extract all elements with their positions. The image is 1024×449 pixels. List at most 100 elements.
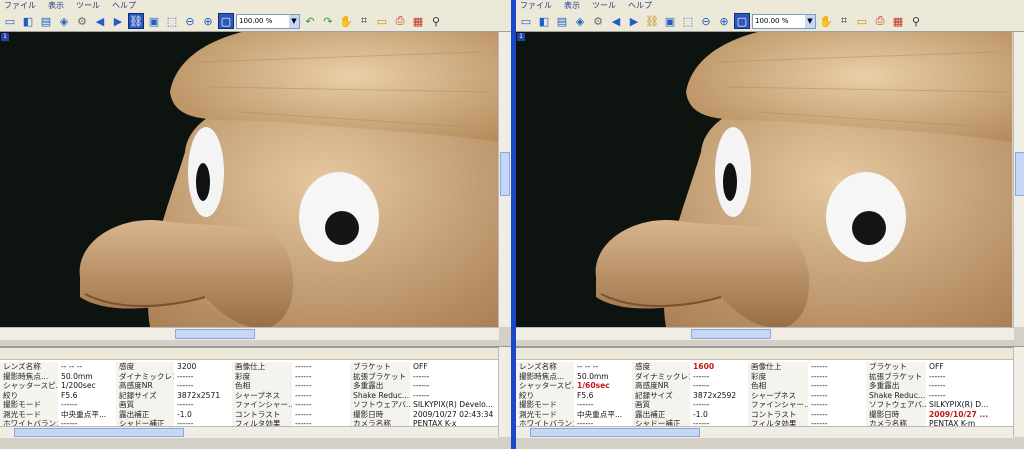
info-key-cell: 測光モード bbox=[516, 409, 574, 419]
scroll-thumb[interactable] bbox=[14, 428, 184, 437]
crop-icon[interactable]: ⌗ bbox=[356, 13, 372, 29]
scroll-thumb[interactable] bbox=[530, 428, 700, 437]
cube-icon[interactable]: ◈ bbox=[56, 13, 72, 29]
image-viewer[interactable] bbox=[516, 32, 1012, 327]
menu-file[interactable]: ファイル bbox=[520, 0, 552, 11]
next-arrow-icon[interactable]: ▶ bbox=[626, 13, 642, 29]
actual-size-icon[interactable]: ▢ bbox=[218, 13, 234, 29]
menu-tools[interactable]: ツール bbox=[76, 0, 100, 11]
photo-wooden-figure bbox=[0, 32, 498, 327]
info-key-cell: 感度 bbox=[116, 362, 174, 372]
print-icon[interactable]: ⎙ bbox=[392, 13, 408, 29]
menu-help[interactable]: ヘルプ bbox=[112, 0, 136, 11]
zoom-out-icon[interactable]: ⊖ bbox=[698, 13, 714, 29]
menu-tools[interactable]: ツール bbox=[592, 0, 616, 11]
settings-icon[interactable]: ⚲ bbox=[428, 13, 444, 29]
page-icon[interactable]: ▤ bbox=[38, 13, 54, 29]
viewer-horizontal-scrollbar[interactable] bbox=[0, 327, 499, 340]
info-key-cell: ソフトウェアバ... bbox=[866, 400, 926, 410]
info-value-cell: ------ bbox=[177, 371, 194, 381]
info-vertical-scrollbar[interactable] bbox=[498, 347, 511, 437]
splitter[interactable] bbox=[0, 340, 511, 347]
info-key-cell: 画像仕上 bbox=[748, 362, 808, 372]
hand-tool-icon[interactable]: ✋ bbox=[818, 13, 834, 29]
export-icon[interactable]: ▦ bbox=[890, 13, 906, 29]
sync-link-icon[interactable]: ⛓ bbox=[644, 13, 660, 29]
compare-view-icon[interactable]: ▣ bbox=[662, 13, 678, 29]
image-viewer[interactable] bbox=[0, 32, 498, 327]
info-value-cell: ------ bbox=[693, 371, 710, 381]
export-icon[interactable]: ▦ bbox=[410, 13, 426, 29]
info-value-cell: ------ bbox=[413, 371, 430, 381]
info-key-cell: 彩度 bbox=[748, 371, 808, 381]
info-key-cell: 多重露出 bbox=[866, 381, 926, 391]
info-value-cell: ------ bbox=[693, 400, 710, 409]
menu-file[interactable]: ファイル bbox=[4, 0, 36, 11]
scroll-thumb[interactable] bbox=[175, 329, 255, 339]
zoom-select[interactable]: 100.00 % ▼ bbox=[236, 13, 300, 29]
viewer-vertical-scrollbar[interactable] bbox=[498, 32, 511, 327]
gear-icon[interactable]: ⚙ bbox=[590, 13, 606, 29]
cube-icon[interactable]: ◈ bbox=[572, 13, 588, 29]
table-row: 絞り F5.6 記録サイズ 3872x2592 シャープネス ------ Shake Re… bbox=[516, 390, 1014, 400]
exif-info-panel: レンズ名称 -- -- -- 感度 3200 画像仕上 ------ ブラケット OFF 撮影時… bbox=[0, 347, 499, 438]
settings-icon[interactable]: ⚲ bbox=[908, 13, 924, 29]
scroll-thumb[interactable] bbox=[500, 152, 510, 196]
open-file-icon[interactable]: ◧ bbox=[20, 13, 36, 29]
page-icon[interactable]: ▤ bbox=[554, 13, 570, 29]
fit-window-icon[interactable]: ⬚ bbox=[164, 13, 180, 29]
hand-tool-icon[interactable]: ✋ bbox=[338, 13, 354, 29]
menu-view[interactable]: 表示 bbox=[48, 0, 64, 11]
print-icon[interactable]: ⎙ bbox=[872, 13, 888, 29]
zoom-in-icon[interactable]: ⊕ bbox=[200, 13, 216, 29]
sync-link-icon[interactable]: ⛓ bbox=[128, 13, 144, 29]
info-value-cell: 2009/10/27 02:43:34 bbox=[413, 409, 494, 419]
info-key-cell: レンズ名称 bbox=[0, 362, 58, 372]
info-value-cell: ------ bbox=[413, 381, 430, 390]
zoom-in-icon[interactable]: ⊕ bbox=[716, 13, 732, 29]
info-value-cell: F5.6 bbox=[61, 390, 78, 400]
info-horizontal-scrollbar[interactable] bbox=[516, 426, 1014, 438]
next-arrow-icon[interactable]: ▶ bbox=[110, 13, 126, 29]
table-row: 測光モード 中央重点平... 露出補正 -1.0 コントラスト ------ 撮影日時 200… bbox=[0, 409, 499, 419]
viewer-window-right: ファイル 表示 ツール ヘルプ ▭ ◧ ▤ ◈ ⚙ ◀ ▶ ⛓ ▣ ⬚ ⊖ ⊕ … bbox=[514, 0, 1024, 449]
info-value-cell: ------ bbox=[577, 400, 594, 409]
zoom-out-icon[interactable]: ⊖ bbox=[182, 13, 198, 29]
info-key-cell: 色相 bbox=[232, 381, 292, 391]
menu-help[interactable]: ヘルプ bbox=[628, 0, 652, 11]
info-horizontal-scrollbar[interactable] bbox=[0, 426, 499, 438]
slideshow-icon[interactable]: ▭ bbox=[374, 13, 390, 29]
menu-view[interactable]: 表示 bbox=[564, 0, 580, 11]
actual-size-icon[interactable]: ▢ bbox=[734, 13, 750, 29]
info-key-cell: シャープネス bbox=[748, 390, 808, 400]
crop-icon[interactable]: ⌗ bbox=[836, 13, 852, 29]
rotate-left-icon[interactable]: ↶ bbox=[302, 13, 318, 29]
exif-info-panel: レンズ名称 -- -- -- 感度 1600 画像仕上 ------ ブラケット OFF 撮影時… bbox=[516, 347, 1014, 438]
previous-arrow-icon[interactable]: ◀ bbox=[608, 13, 624, 29]
rotate-right-icon[interactable]: ↷ bbox=[320, 13, 336, 29]
zoom-select[interactable]: 100.00 % ▼ bbox=[752, 13, 816, 29]
info-key-cell: 露出補正 bbox=[632, 409, 690, 419]
info-value-cell: ------ bbox=[929, 390, 946, 400]
chevron-down-icon: ▼ bbox=[289, 14, 299, 28]
open-file-icon[interactable]: ◧ bbox=[536, 13, 552, 29]
scroll-thumb[interactable] bbox=[1015, 152, 1024, 196]
slideshow-icon[interactable]: ▭ bbox=[854, 13, 870, 29]
info-value-cell: ------ bbox=[177, 400, 194, 409]
compare-view-icon[interactable]: ▣ bbox=[146, 13, 162, 29]
open-folder-icon[interactable]: ▭ bbox=[2, 13, 18, 29]
fit-window-icon[interactable]: ⬚ bbox=[680, 13, 696, 29]
info-key-cell: シャッタースピ... bbox=[0, 381, 58, 391]
scroll-thumb[interactable] bbox=[691, 329, 771, 339]
splitter[interactable] bbox=[516, 340, 1024, 347]
open-folder-icon[interactable]: ▭ bbox=[518, 13, 534, 29]
gear-icon[interactable]: ⚙ bbox=[74, 13, 90, 29]
info-key-cell: 多重露出 bbox=[350, 381, 410, 391]
info-key-cell: 撮影モード bbox=[516, 400, 574, 410]
info-value-cell: ------ bbox=[693, 381, 710, 390]
viewer-vertical-scrollbar[interactable] bbox=[1013, 32, 1024, 327]
info-vertical-scrollbar[interactable] bbox=[1013, 347, 1024, 437]
previous-arrow-icon[interactable]: ◀ bbox=[92, 13, 108, 29]
viewer-horizontal-scrollbar[interactable] bbox=[516, 327, 1014, 340]
info-key-cell: Shake Reduc... bbox=[866, 390, 926, 400]
